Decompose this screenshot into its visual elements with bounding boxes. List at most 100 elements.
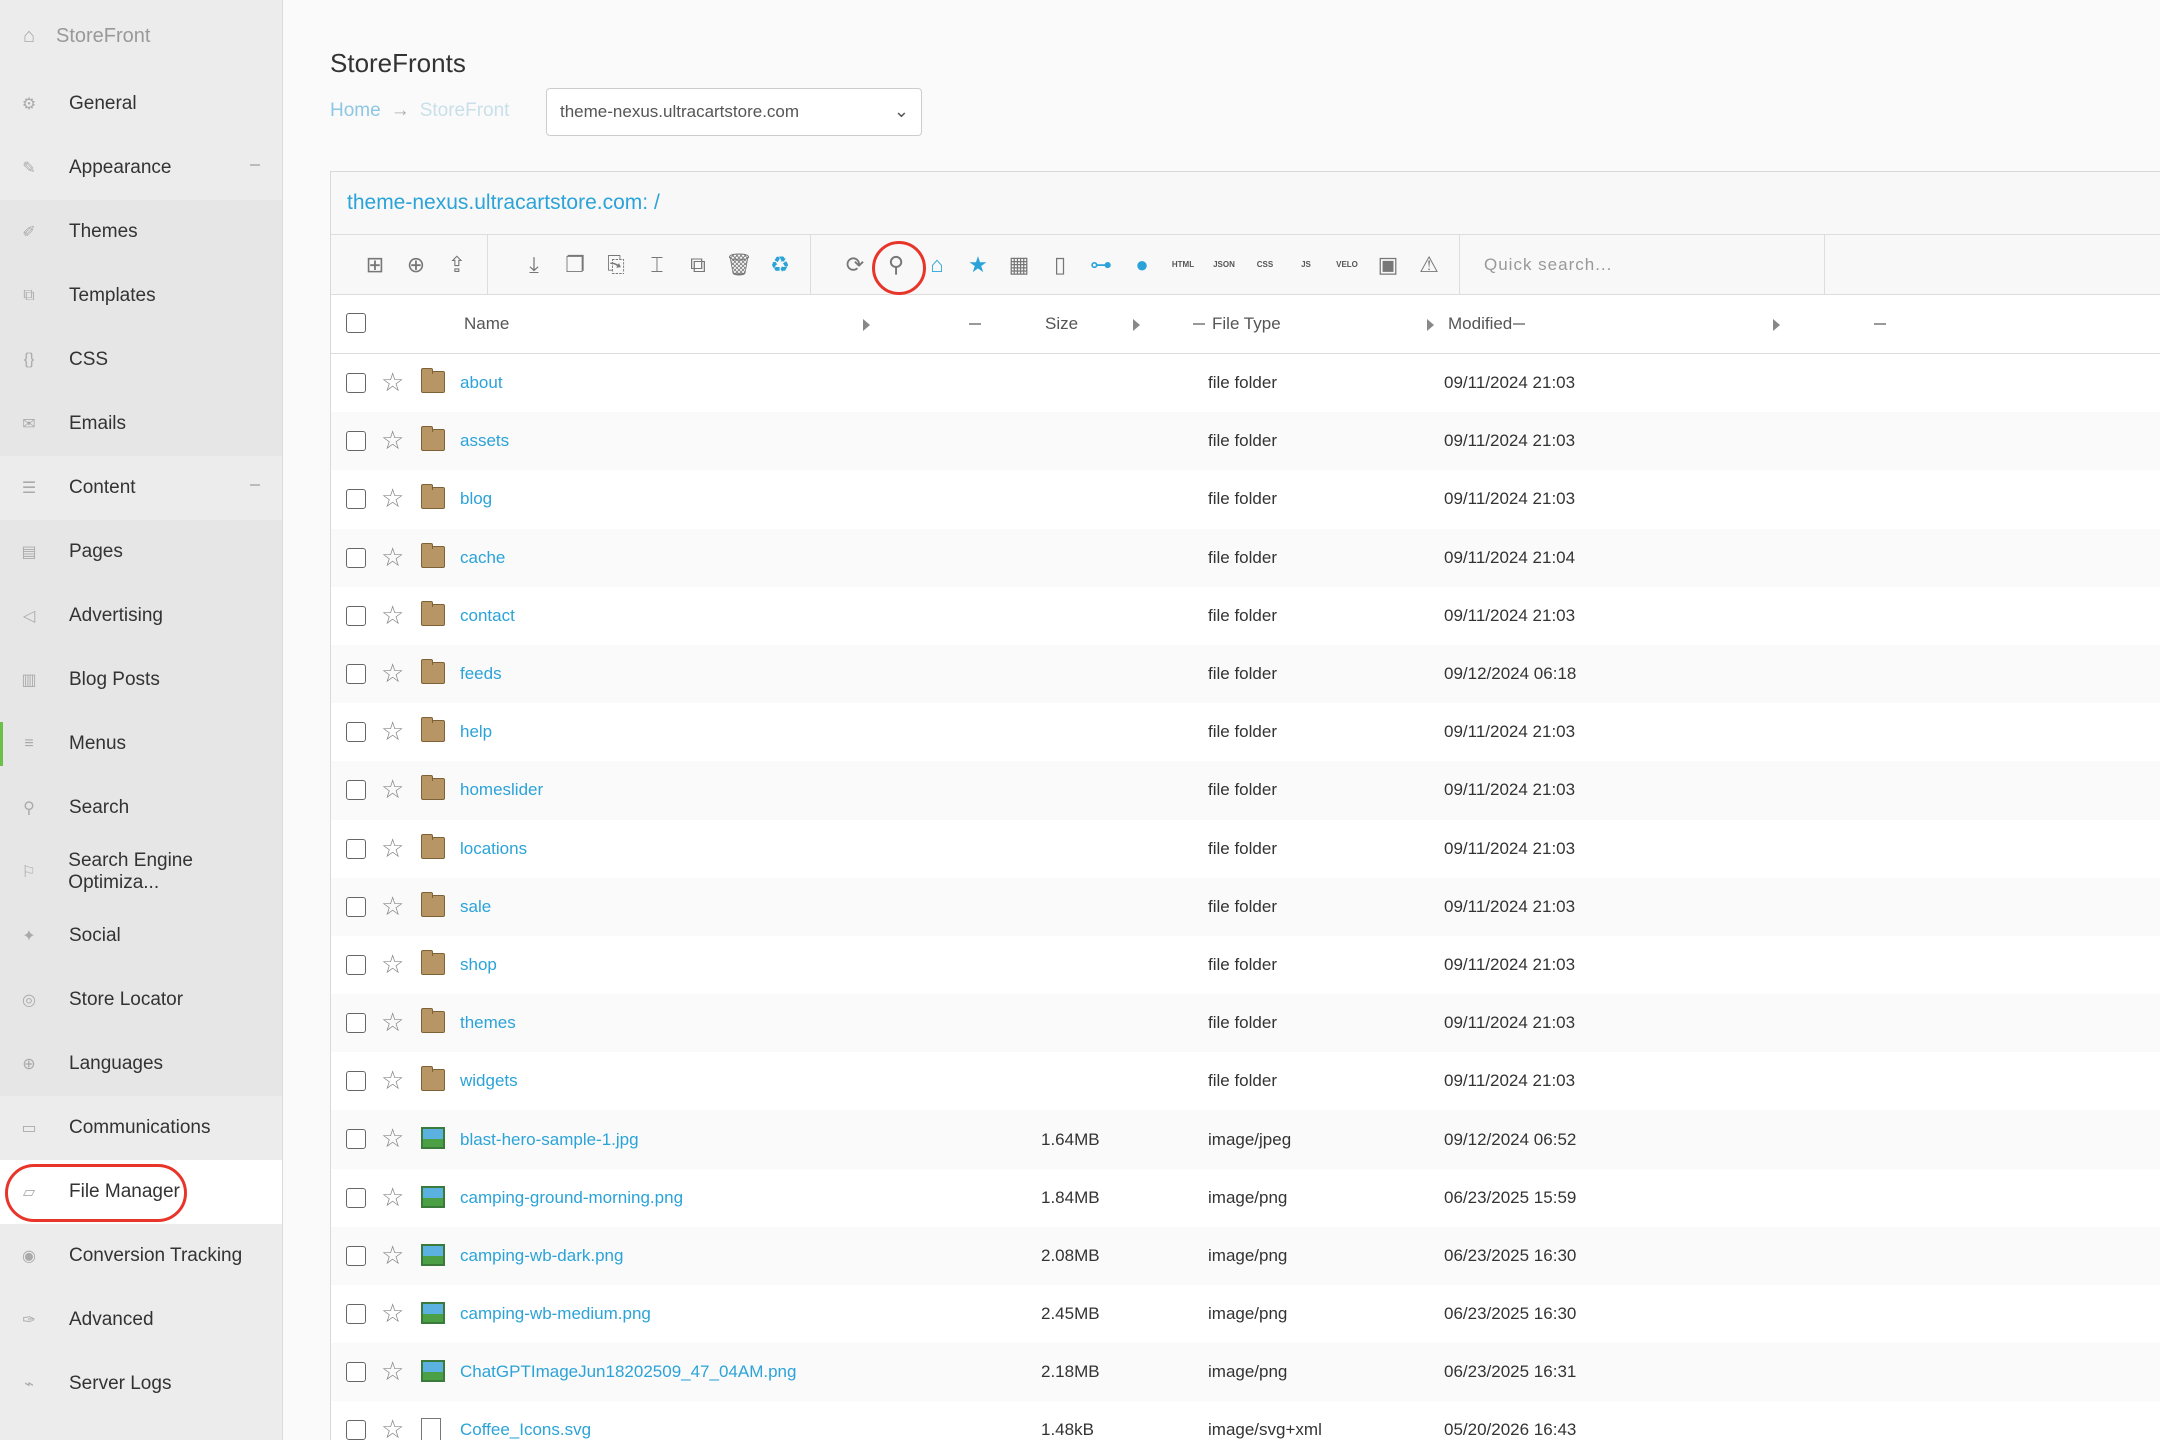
sitemap-icon[interactable]: ⊶ bbox=[1085, 249, 1117, 281]
star-icon[interactable]: ☆ bbox=[381, 1124, 404, 1152]
star-icon[interactable]: ☆ bbox=[381, 368, 404, 396]
file-name-link[interactable]: camping-wb-medium.png bbox=[460, 1304, 651, 1324]
file-name-link[interactable]: ChatGPTImageJun18202509_47_04AM.png bbox=[460, 1362, 796, 1382]
search-icon[interactable]: ⚲ bbox=[872, 240, 926, 295]
sidebar-item-store-locator[interactable]: ◎ Store Locator bbox=[0, 968, 282, 1032]
select-all-checkbox[interactable] bbox=[346, 313, 366, 333]
star-icon[interactable]: ☆ bbox=[381, 1415, 404, 1440]
star-icon[interactable]: ★ bbox=[962, 249, 994, 281]
table-row[interactable]: ☆ feeds file folder 09/12/2024 06:18 bbox=[331, 644, 2160, 704]
table-row[interactable]: ☆ locations file folder 09/11/2024 21:03 bbox=[331, 820, 2160, 878]
table-row[interactable]: ☆ blog file folder 09/11/2024 21:03 bbox=[331, 470, 2160, 528]
table-row[interactable]: ☆ widgets file folder 09/11/2024 21:03 bbox=[331, 1052, 2160, 1110]
sidebar-item-pages[interactable]: ▤ Pages bbox=[0, 520, 282, 584]
star-icon[interactable]: ☆ bbox=[381, 892, 404, 920]
table-row[interactable]: ☆ assets file folder 09/11/2024 21:03 bbox=[331, 412, 2160, 471]
sidebar-item-themes[interactable]: ✐ Themes bbox=[0, 200, 282, 264]
image-icon[interactable]: ▣ bbox=[1372, 249, 1404, 281]
table-row[interactable]: ☆ contact file folder 09/11/2024 21:03 bbox=[331, 587, 2160, 645]
sort-arrow-icon[interactable] bbox=[1773, 319, 1780, 331]
rename-icon[interactable]: ⌶ bbox=[641, 249, 673, 281]
star-icon[interactable]: ☆ bbox=[381, 834, 404, 862]
table-row[interactable]: ☆ themes file folder 09/11/2024 21:03 bbox=[331, 994, 2160, 1053]
sidebar-item-appearance[interactable]: ✎ Appearance bbox=[0, 136, 282, 200]
sidebar-item-menus[interactable]: ≡ Menus bbox=[0, 712, 282, 776]
row-checkbox[interactable] bbox=[346, 1129, 366, 1150]
file-name-link[interactable]: camping-ground-morning.png bbox=[460, 1188, 683, 1208]
sidebar-item-communications[interactable]: ▭ Communications bbox=[0, 1096, 282, 1160]
column-header-name[interactable]: Name bbox=[464, 314, 509, 334]
row-checkbox[interactable] bbox=[346, 663, 366, 684]
sidebar-item-file-manager[interactable]: ▱ File Manager bbox=[0, 1160, 282, 1224]
table-row[interactable]: ☆ blast-hero-sample-1.jpg 1.64MB image/jpeg… bbox=[331, 1110, 2160, 1169]
sidebar-item-content[interactable]: ☰ Content bbox=[0, 456, 282, 520]
file-name-link[interactable]: widgets bbox=[460, 1071, 518, 1091]
table-row[interactable]: ☆ ChatGPTImageJun18202509_47_04AM.png 2.18… bbox=[331, 1343, 2160, 1402]
sidebar-item-blog-posts[interactable]: ▥ Blog Posts bbox=[0, 648, 282, 712]
column-header-modified[interactable]: Modified bbox=[1448, 314, 1512, 334]
row-checkbox[interactable] bbox=[346, 1304, 366, 1324]
globe-icon[interactable]: ● bbox=[1126, 249, 1158, 281]
sidebar-item-advertising[interactable]: ◁ Advertising bbox=[0, 584, 282, 648]
row-checkbox[interactable] bbox=[346, 1362, 366, 1383]
current-path[interactable]: theme-nexus.ultracartstore.com: / bbox=[347, 191, 660, 215]
row-checkbox[interactable] bbox=[346, 431, 366, 452]
empty-trash-icon[interactable]: ♻ bbox=[764, 249, 796, 281]
storefront-select[interactable]: theme-nexus.ultracartstore.com ⌄ bbox=[546, 88, 922, 136]
table-row[interactable]: ☆ shop file folder 09/11/2024 21:03 bbox=[331, 936, 2160, 994]
new-json-icon[interactable]: JSON bbox=[1208, 249, 1240, 281]
table-row[interactable]: ☆ homeslider file folder 09/11/2024 21:03 bbox=[331, 761, 2160, 820]
table-row[interactable]: ☆ about file folder 09/11/2024 21:03 bbox=[331, 354, 2160, 412]
star-icon[interactable]: ☆ bbox=[381, 426, 404, 454]
breadcrumb-home-link[interactable]: Home bbox=[330, 100, 381, 122]
table-row[interactable]: ☆ cache file folder 09/11/2024 21:04 bbox=[331, 528, 2160, 587]
file-name-link[interactable]: locations bbox=[460, 839, 527, 859]
sidebar-item-search-engine-optimiza[interactable]: ⚐ Search Engine Optimiza... bbox=[0, 840, 282, 904]
sidebar-item-css[interactable]: {} CSS bbox=[0, 328, 282, 392]
new-css-icon[interactable]: CSS bbox=[1249, 249, 1281, 281]
row-checkbox[interactable] bbox=[346, 1245, 366, 1266]
file-name-link[interactable]: contact bbox=[460, 606, 515, 626]
star-icon[interactable]: ☆ bbox=[381, 484, 404, 512]
column-resize-handle[interactable] bbox=[1193, 323, 1205, 325]
table-row[interactable]: ☆ Coffee_Icons.svg 1.48kB image/svg+xml 05/2… bbox=[331, 1401, 2160, 1440]
star-icon[interactable]: ☆ bbox=[381, 717, 404, 745]
file-name-link[interactable]: help bbox=[460, 722, 492, 742]
star-icon[interactable]: ☆ bbox=[381, 1008, 404, 1036]
new-velocity-icon[interactable]: VELO bbox=[1331, 249, 1363, 281]
file-name-link[interactable]: assets bbox=[460, 431, 509, 451]
sidebar-item-emails[interactable]: ✉ Emails bbox=[0, 392, 282, 456]
star-icon[interactable]: ☆ bbox=[381, 950, 404, 978]
star-icon[interactable]: ☆ bbox=[381, 775, 404, 803]
new-folder-icon[interactable]: ⊞ bbox=[359, 249, 391, 281]
row-checkbox[interactable] bbox=[346, 605, 366, 626]
column-resize-handle[interactable] bbox=[1513, 323, 1525, 325]
column-resize-handle[interactable] bbox=[969, 323, 981, 325]
sort-arrow-icon[interactable] bbox=[863, 319, 870, 331]
column-header-size[interactable]: Size bbox=[1045, 314, 1078, 334]
file-name-link[interactable]: about bbox=[460, 373, 503, 393]
new-file-icon[interactable]: ⊕ bbox=[400, 249, 432, 281]
row-checkbox[interactable] bbox=[346, 547, 366, 568]
row-checkbox[interactable] bbox=[346, 722, 366, 743]
paste-icon[interactable]: ⎘ bbox=[600, 249, 632, 281]
row-checkbox[interactable] bbox=[346, 1013, 366, 1034]
column-header-type[interactable]: File Type bbox=[1212, 314, 1281, 334]
collapse-icon[interactable] bbox=[250, 484, 260, 486]
sidebar-item-social[interactable]: ✦ Social bbox=[0, 904, 282, 968]
file-name-link[interactable]: sale bbox=[460, 897, 491, 917]
download-icon[interactable]: ⤓ bbox=[518, 249, 550, 281]
row-checkbox[interactable] bbox=[346, 896, 366, 917]
star-icon[interactable]: ☆ bbox=[381, 659, 404, 687]
blank-page-icon[interactable]: ▯ bbox=[1044, 249, 1076, 281]
file-name-link[interactable]: blog bbox=[460, 489, 492, 509]
table-row[interactable]: ☆ camping-ground-morning.png 1.84MB image/p… bbox=[331, 1169, 2160, 1227]
row-checkbox[interactable] bbox=[346, 373, 366, 393]
file-name-link[interactable]: homeslider bbox=[460, 780, 543, 800]
duplicate-icon[interactable]: ⧉ bbox=[682, 249, 714, 281]
file-name-link[interactable]: shop bbox=[460, 955, 497, 975]
sidebar-item-conversion-tracking[interactable]: ◉ Conversion Tracking bbox=[0, 1224, 282, 1288]
file-name-link[interactable]: themes bbox=[460, 1013, 516, 1033]
star-icon[interactable]: ☆ bbox=[381, 1183, 404, 1211]
star-icon[interactable]: ☆ bbox=[381, 601, 404, 629]
